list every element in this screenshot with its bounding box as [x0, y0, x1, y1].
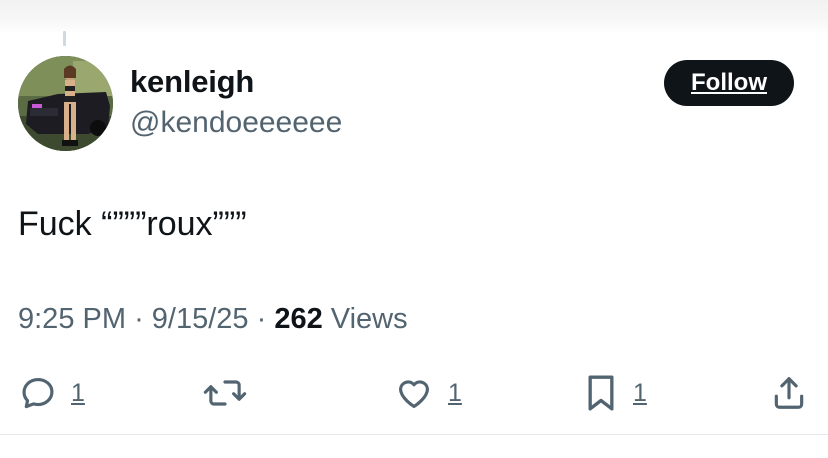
bookmark-count: 1	[633, 378, 647, 407]
divider	[0, 434, 828, 435]
retweet-button[interactable]	[203, 370, 247, 416]
tweet-detail-view: kenleigh @kendoeeeeee Follow Fuck “”””ro…	[0, 0, 828, 458]
reply-count: 1	[71, 378, 85, 407]
reply-button[interactable]: 1	[19, 370, 85, 416]
views-label: Views	[330, 303, 408, 335]
tweet-time[interactable]: 9:25 PM	[18, 303, 126, 335]
thread-line	[63, 31, 66, 46]
bookmark-icon	[588, 375, 614, 411]
meta-separator: ·	[256, 303, 275, 335]
meta-separator: ·	[134, 303, 152, 335]
avatar-image	[18, 56, 113, 151]
user-handle[interactable]: @kendoeeeeee	[130, 106, 342, 140]
top-strip	[0, 0, 828, 34]
tweet-date[interactable]: 9/15/25	[152, 303, 249, 335]
like-count: 1	[448, 378, 462, 407]
views-count: 262	[274, 303, 323, 335]
tweet-meta: 9:25 PM · 9/15/25 · 262 Views	[18, 303, 408, 336]
bookmark-button[interactable]: 1	[583, 370, 647, 416]
like-button[interactable]: 1	[394, 370, 462, 416]
reply-icon	[22, 377, 54, 409]
avatar[interactable]	[18, 56, 113, 151]
share-button[interactable]	[770, 370, 808, 416]
follow-button[interactable]: Follow	[664, 60, 794, 106]
tweet-actions: 1 1 1	[0, 370, 828, 416]
share-icon	[774, 377, 804, 409]
retweet-icon	[203, 380, 247, 406]
tweet-text: Fuck “”””roux”””	[18, 205, 247, 243]
like-icon	[398, 380, 430, 409]
display-name[interactable]: kenleigh	[130, 64, 254, 100]
